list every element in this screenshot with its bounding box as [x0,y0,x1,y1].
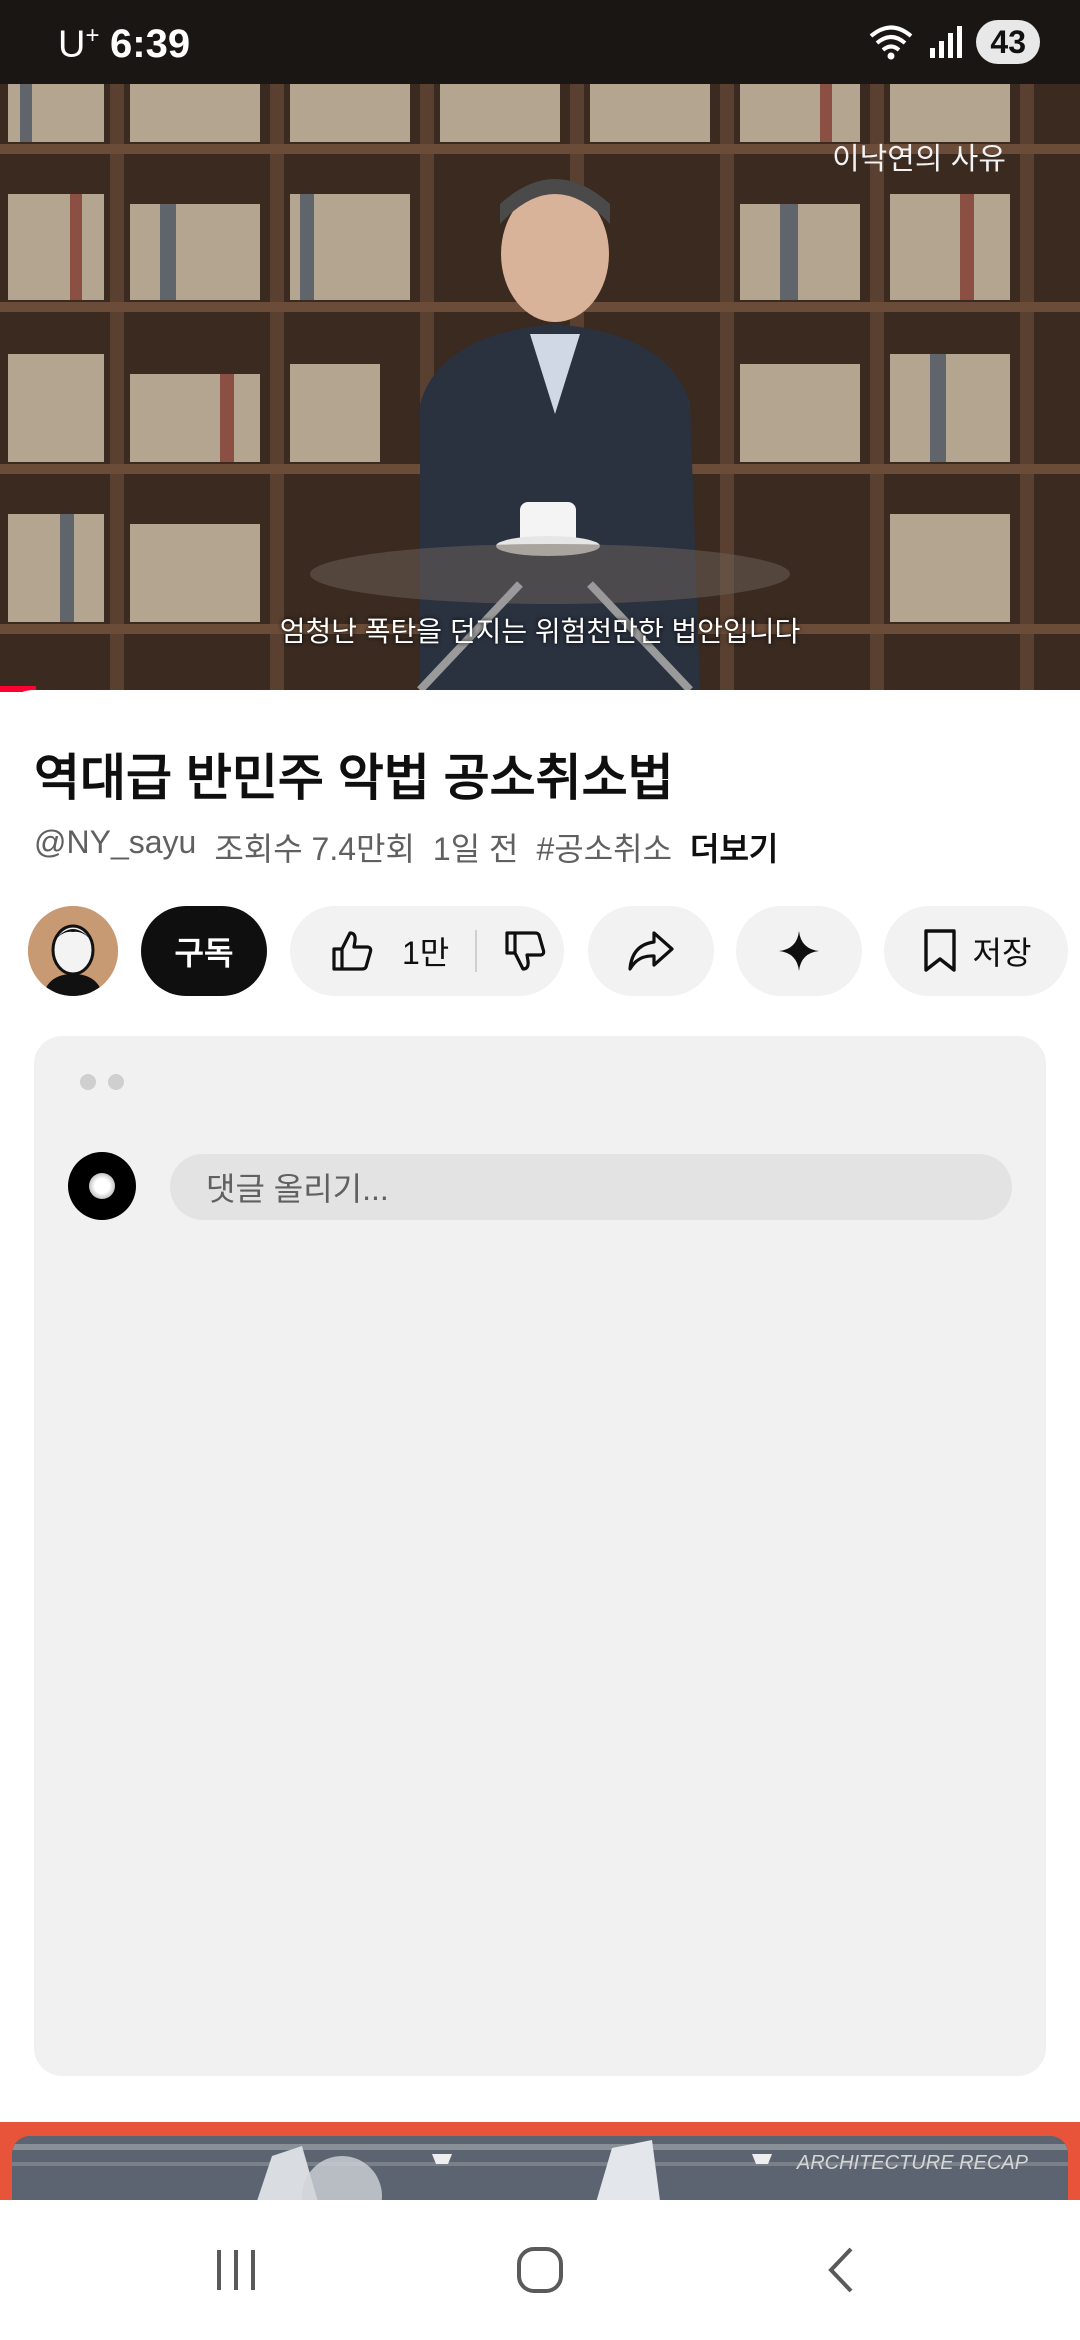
like-divider [475,930,478,972]
clock: 6:39 [110,22,191,66]
thumbs-down-icon [505,931,546,971]
share-icon [628,931,674,971]
upload-age: 1일 전 [432,831,519,867]
channel-watermark: 이낙연의 사유 [832,143,1006,176]
recent-apps-icon [217,2250,255,2290]
like-dislike-pill: 1만 [290,906,564,996]
next-video-caption: ARCHITECTURE RECAP [796,2152,1028,2174]
comments-card[interactable]: 댓글 올리기... [34,1036,1046,2076]
hashtag-link[interactable]: #공소취소 [536,824,672,870]
channel-handle[interactable]: @NY_sayu [34,824,196,870]
thumbs-up-icon [332,931,373,971]
sparkle-icon [779,931,819,971]
video-subtitle: 엄청난 폭탄을 던지는 위험천만한 법안입니다 [279,616,801,647]
more-button[interactable]: 더보기 [690,824,778,870]
home-icon [517,2247,563,2293]
save-label: 저장 [972,935,1032,971]
signal-icon [930,26,963,58]
ask-ai-button[interactable] [736,906,862,996]
action-row: 구독 1만 저장 [0,906,1080,998]
home-button[interactable] [490,2238,590,2302]
subscribe-button[interactable]: 구독 [141,906,267,996]
next-video-thumbnail[interactable]: ARCHITECTURE RECAP [0,2122,1080,2200]
back-chevron-icon [828,2247,853,2293]
system-nav-bar [0,2200,1080,2340]
video-details-sheet: 역대급 반민주 악법 공소취소법 @NY_sayu 조회수 7.4만회 1일 전… [0,690,1080,2200]
video-player[interactable]: 이낙연의 사유 엄청난 폭탄을 던지는 위험천만한 법안입니다 [0,84,1080,690]
bookmark-icon [923,929,956,972]
video-meta: @NY_sayu 조회수 7.4만회 1일 전 #공소취소 더보기 [34,824,778,870]
back-button[interactable] [790,2238,890,2302]
battery-indicator: 43 [976,20,1040,64]
carrier-label: U+ [58,22,100,66]
recent-apps-button[interactable] [186,2238,286,2302]
like-button[interactable]: 1만 [290,928,449,974]
next-video-image: ARCHITECTURE RECAP [12,2136,1068,2200]
share-button[interactable] [588,906,714,996]
channel-avatar[interactable] [28,906,118,996]
dislike-button[interactable] [503,929,547,973]
like-count: 1만 [402,935,450,971]
user-avatar [68,1152,136,1220]
loading-dots [80,1074,124,1090]
wifi-icon [870,25,913,60]
comment-input[interactable]: 댓글 올리기... [170,1154,1012,1220]
avatar-portrait-icon [28,906,118,996]
status-bar: U+ 6:39 43 [0,0,1080,84]
view-count: 조회수 7.4만회 [214,831,415,867]
save-button[interactable]: 저장 [884,906,1068,996]
video-title: 역대급 반민주 악법 공소취소법 [34,750,674,806]
